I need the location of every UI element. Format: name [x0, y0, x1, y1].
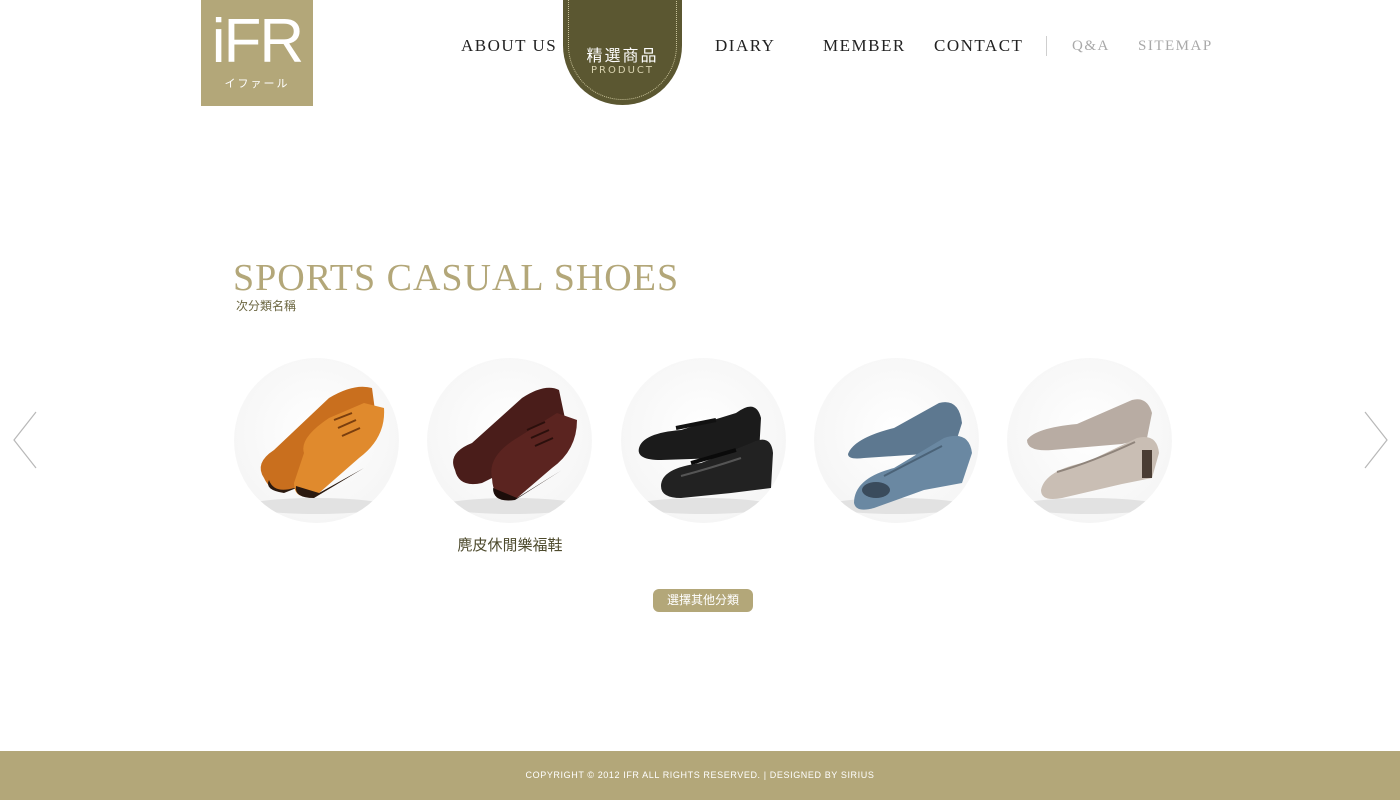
nav-product-label-en: PRODUCT — [591, 65, 654, 76]
select-other-category-button[interactable]: 選擇其他分類 — [653, 589, 753, 612]
nav-contact[interactable]: CONTACT — [934, 36, 1023, 56]
site-logo[interactable]: iFR イファール — [201, 0, 313, 106]
nav-about-us[interactable]: ABOUT US — [461, 36, 557, 56]
nav-product-label-cn: 精選商品 — [586, 46, 659, 65]
blue-peep-toe-shoes-image — [826, 402, 972, 514]
chevron-right-icon[interactable] — [1363, 410, 1389, 470]
beige-pump-shoes-image — [1019, 399, 1159, 514]
nav-diary[interactable]: DIARY — [715, 36, 775, 56]
category-subtitle: 次分類名稱 — [236, 299, 297, 313]
product-black-maryjane[interactable] — [621, 358, 786, 523]
nav-qa[interactable]: Q&A — [1072, 38, 1110, 55]
nav-product-active[interactable]: 精選商品 PRODUCT — [563, 0, 682, 105]
product-orange-oxford[interactable] — [234, 358, 399, 523]
nav-sitemap[interactable]: SITEMAP — [1138, 38, 1213, 55]
orange-oxford-shoes-image — [246, 386, 386, 514]
product-beige-pump[interactable] — [1007, 358, 1172, 523]
product-blue-peeptoe[interactable] — [814, 358, 979, 523]
black-mary-jane-shoes-image — [633, 406, 773, 514]
chevron-left-icon[interactable] — [12, 410, 38, 470]
page: iFR イファール ABOUT US 精選商品 PRODUCT DIARY ME… — [0, 0, 1400, 800]
nav-divider — [1046, 36, 1047, 56]
brown-lace-up-shoes-image — [442, 387, 582, 514]
category-title: SPORTS CASUAL SHOES — [233, 257, 680, 299]
product-caption-brown-loafer: 麂皮休閒樂福鞋 — [457, 536, 563, 554]
footer: COPYRIGHT © 2012 IFR ALL RIGHTS RESERVED… — [0, 751, 1400, 800]
product-brown-laceup[interactable] — [427, 358, 592, 523]
copyright-text: COPYRIGHT © 2012 IFR ALL RIGHTS RESERVED… — [525, 770, 875, 780]
logo-wordmark: iFR — [211, 7, 304, 76]
logo-katakana: イファール — [224, 77, 290, 90]
nav-member[interactable]: MEMBER — [823, 36, 906, 56]
